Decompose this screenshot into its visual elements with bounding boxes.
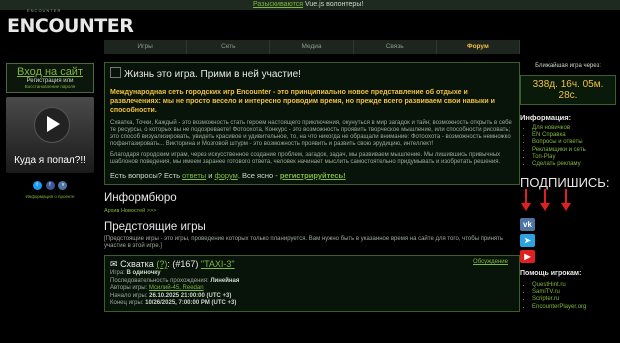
info-item[interactable]: Сделать рекламу — [532, 161, 616, 168]
info-item[interactable]: Топ-Play — [532, 154, 616, 161]
game-row: Конец игры: 10/26/2025, 7:00:00 PM (UTC … — [110, 300, 237, 306]
banner-text: Vue.js волонтеры! — [304, 1, 364, 8]
forum-link[interactable]: форум — [215, 171, 238, 180]
discussion-link[interactable]: Обсуждение — [473, 259, 508, 265]
left-column: Вход на сайт Регистрация или Восстановле… — [6, 63, 94, 199]
timer-line-2: 28с. — [558, 90, 578, 101]
facebook-icon[interactable]: f — [45, 181, 55, 190]
news-archive-link[interactable]: Архив Новостей >>> — [104, 208, 520, 214]
hero-box: Жизнь это игра. Прими в ней участие! Меж… — [104, 62, 520, 185]
youtube-icon[interactable]: ▶ — [520, 250, 535, 263]
twitter-icon[interactable]: t — [32, 181, 42, 190]
info-item[interactable]: Рекламщики и сеть — [532, 147, 616, 154]
info-item[interactable]: EN Справка — [532, 132, 616, 139]
nav-network[interactable]: Сеть — [187, 40, 271, 54]
game-icon: ✉ — [110, 259, 118, 269]
help-item[interactable]: EncounterPlayer.org — [532, 304, 586, 311]
main-content: Жизнь это игра. Прими в ней участие! Меж… — [104, 62, 520, 312]
login-box: Вход на сайт Регистрация или Восстановле… — [6, 63, 94, 93]
banner-message: Разыскиваются Vue.js волонтеры! — [253, 1, 363, 8]
info-item[interactable]: Для новичков — [532, 125, 616, 132]
login-link[interactable]: Вход на сайт — [7, 66, 93, 78]
game-row: Последовательность прохождения: Линейная — [110, 277, 240, 284]
play-icon — [47, 116, 60, 132]
register-cta-link[interactable]: регистрируйтесь! — [280, 171, 346, 180]
help-item[interactable]: SamiTV.ru — [532, 289, 586, 296]
infobureau-title: Информбюро — [104, 192, 177, 204]
hero-description: Схватка, Точки, Каждый - это возможность… — [110, 120, 512, 147]
upcoming-title: Предстоящие игры — [104, 221, 206, 233]
answers-link[interactable]: ответы — [182, 171, 206, 180]
hero-icon — [110, 67, 121, 78]
forgot-password-link[interactable]: Восстановление пароля — [7, 84, 93, 89]
hero-title-row: Жизнь это игра. Прими в ней участие! — [110, 67, 514, 80]
subscribe-icons: vk ➤ ▶ — [520, 218, 535, 266]
info-item[interactable]: Вопросы и ответы — [532, 139, 616, 146]
main-nav: Игры Сеть Медиа Связь Форум — [104, 40, 521, 54]
arrow-down-icons — [521, 189, 571, 211]
hero-title: Жизнь это игра. Прими в ней участие! — [124, 69, 301, 80]
volunteers-link[interactable]: Разыскиваются — [253, 1, 303, 8]
nav-media[interactable]: Медиа — [270, 40, 354, 54]
video-caption: Куда я попал?!! — [14, 155, 86, 166]
logo-tagline: ENCOUNTER — [27, 8, 62, 13]
about-link[interactable]: Информация о проекте — [6, 194, 94, 199]
countdown-timer: 338д. 16ч. 05м. 28с. — [520, 75, 616, 105]
intro-video[interactable]: Куда я попал?!! — [6, 97, 94, 173]
hero-lead: Международная сеть городских игр Encount… — [110, 89, 495, 114]
nav-games[interactable]: Игры — [104, 40, 188, 54]
site-logo[interactable]: ENCOUNTER ENCOUNTER — [7, 7, 134, 37]
vk-icon[interactable]: vk — [520, 218, 535, 231]
game-help-link[interactable]: (?) — [156, 259, 167, 269]
timer-line-1: 338д. 16ч. 05м. — [532, 79, 604, 90]
vk-small-icon[interactable]: v — [58, 181, 68, 190]
nearest-game-label: Ближайшая игра через: — [535, 63, 601, 69]
logo-text: ENCOUNTER — [7, 15, 134, 37]
hero-question: Есть вопросы? Есть ответы и форум. Все я… — [110, 171, 346, 180]
info-title: Информация: — [520, 113, 572, 122]
social-icons: t f v — [6, 181, 94, 190]
info-list: Для новичков EN Справка Вопросы и ответы… — [532, 125, 616, 168]
telegram-icon[interactable]: ➤ — [520, 234, 535, 247]
hero-description-2: Благодаря городским играм, через искусст… — [110, 152, 501, 165]
game-row: Авторы игры: Мсилий-45, Reedan — [110, 285, 204, 291]
help-item[interactable]: QuestHint.ru — [532, 282, 586, 289]
right-column: Ближайшая игра через: 338д. 16ч. 05м. 28… — [520, 63, 616, 310]
help-title: Помощь игрокам: — [520, 270, 582, 277]
nav-contact[interactable]: Связь — [354, 40, 437, 54]
help-list: QuestHint.ru SamiTV.ru Scripter.ru Encou… — [532, 282, 586, 311]
game-name-link[interactable]: "TAXI-3" — [201, 259, 235, 269]
help-item[interactable]: Scripter.ru — [532, 296, 586, 303]
game-title-row: ✉ Схватка (?): (#167) "TAXI-3" Обсуждени… — [110, 259, 514, 270]
game-row: Игра: В одиночку — [110, 270, 161, 276]
game-row: Начало игры: 26.10.2025 21:00:00 (UTC +3… — [110, 292, 232, 299]
nav-forum[interactable]: Форум — [437, 40, 521, 54]
game-type: Схватка — [120, 259, 154, 269]
upcoming-note: [Предстоящие игры - это игры, проведение… — [104, 236, 504, 249]
game-number: : (#167) — [167, 259, 199, 269]
game-card: ✉ Схватка (?): (#167) "TAXI-3" Обсуждени… — [104, 255, 520, 312]
top-banner: Разыскиваются Vue.js волонтеры! — [0, 0, 620, 10]
